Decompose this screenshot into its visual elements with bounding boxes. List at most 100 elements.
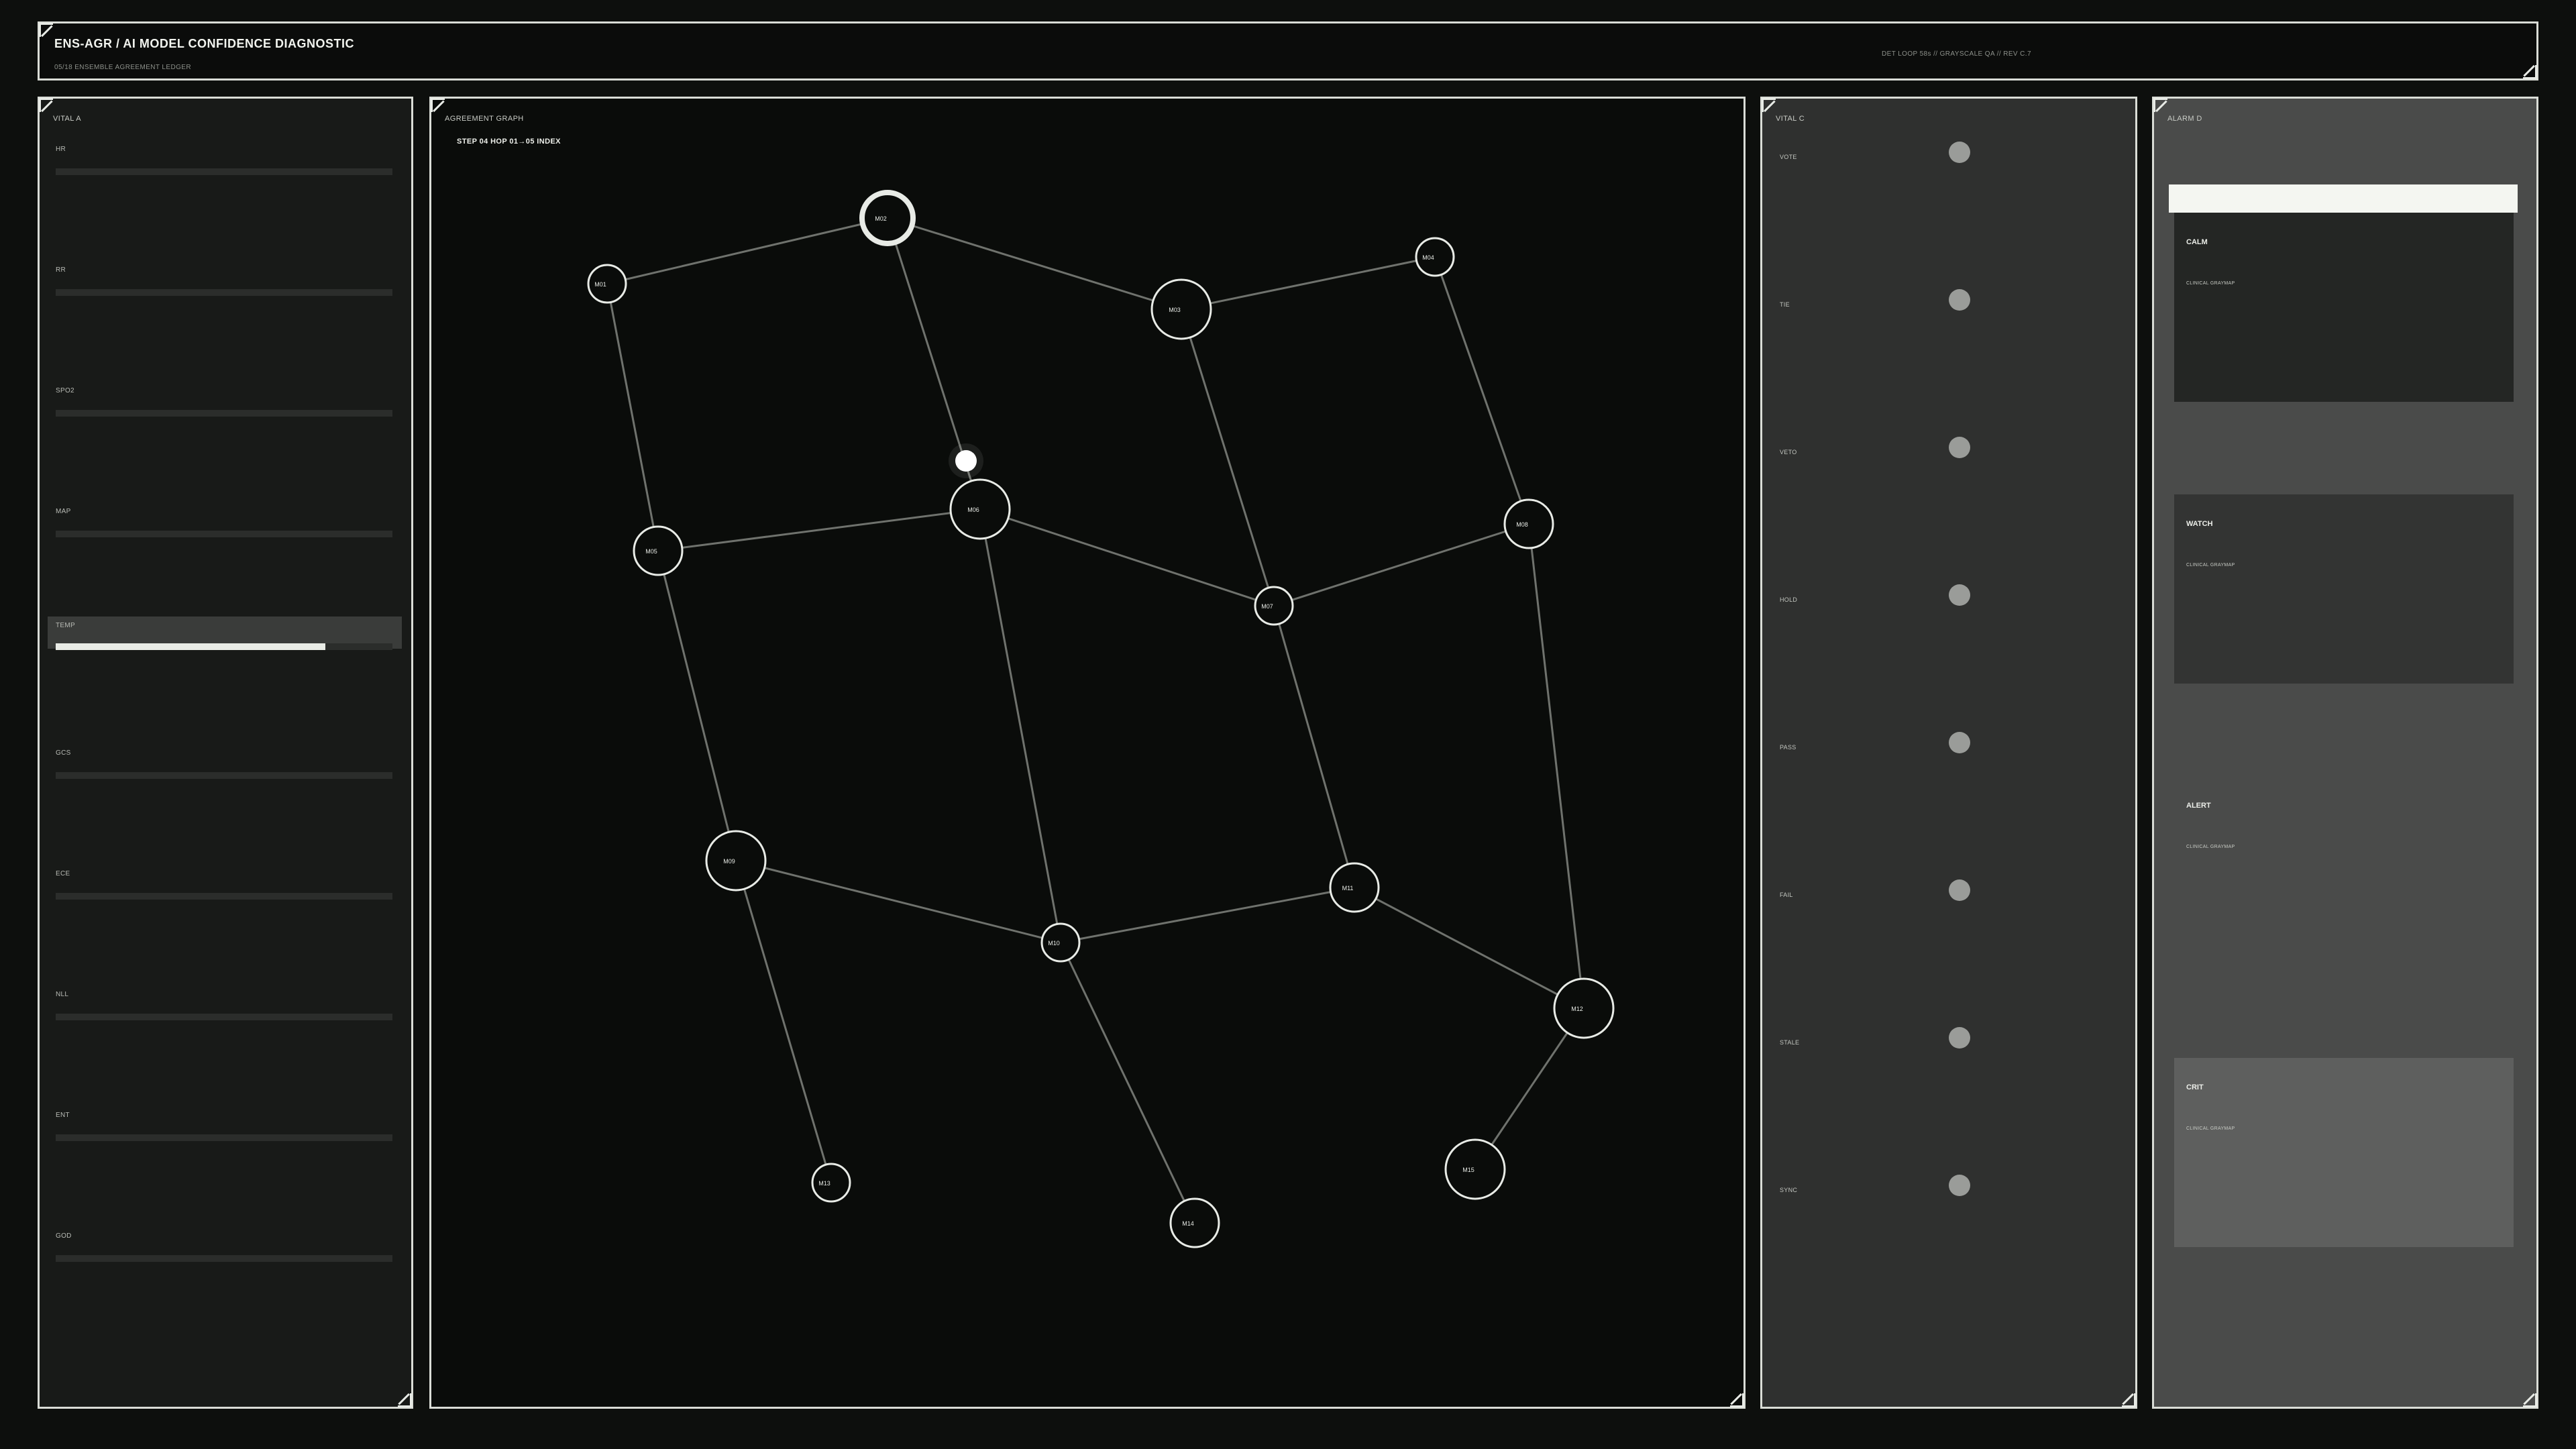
graph-node-m08[interactable]: M08 xyxy=(1503,498,1554,549)
graph-node-label: M02 xyxy=(875,215,887,222)
alarm-card-alert[interactable]: ALERT CLINICAL GRAYMAP xyxy=(2174,776,2514,965)
alarm-card-sub: CLINICAL GRAYMAP xyxy=(2186,845,2235,849)
vital-label: TEMP xyxy=(56,622,75,629)
vital-bar-fill xyxy=(56,643,325,650)
vital-row-nll[interactable]: NLL xyxy=(48,985,402,1020)
alarm-card-title: WATCH xyxy=(2186,520,2213,528)
graph-edge-m09-m10 xyxy=(735,859,1061,944)
graph-edge-m06-m10 xyxy=(979,508,1062,943)
corner-mark xyxy=(1762,98,1776,112)
graph-node-m04[interactable]: M04 xyxy=(1415,237,1455,277)
graph-node-m01[interactable]: M01 xyxy=(587,264,627,304)
status-indicator-pass[interactable] xyxy=(1949,732,1970,753)
vital-a-panel: VITAL A HR RR SPO2 MAP TEMP GCS ECE NLL … xyxy=(38,97,413,1409)
status-indicator-hold[interactable] xyxy=(1949,584,1970,606)
graph-node-label: M04 xyxy=(1422,254,1434,261)
vital-row-ece[interactable]: ECE xyxy=(48,865,402,900)
graph-node-m06[interactable]: M06 xyxy=(949,478,1011,540)
graph-node-label: M14 xyxy=(1182,1220,1194,1227)
vital-bar xyxy=(56,1014,392,1020)
vital-row-ent[interactable]: ENT xyxy=(48,1106,402,1141)
graph-edge-m04-m08 xyxy=(1434,256,1530,525)
vital-bar xyxy=(56,1255,392,1262)
alarm-card-title: ALERT xyxy=(2186,802,2211,810)
vital-label: NLL xyxy=(56,991,69,998)
status-label-stale: STALE xyxy=(1780,1039,1800,1046)
graph-node-label: M12 xyxy=(1571,1006,1583,1012)
graph-edge-m07-m08 xyxy=(1273,523,1529,607)
graph-node-label: M08 xyxy=(1516,521,1528,528)
corner-mark xyxy=(2122,1393,2136,1407)
alarm-card-title: CRIT xyxy=(2186,1083,2204,1091)
panel-label: VITAL C xyxy=(1776,115,1805,123)
alarm-d-panel: ALARM D CALM CLINICAL GRAYMAP WATCH CLIN… xyxy=(2152,97,2538,1409)
vital-row-temp[interactable]: TEMP xyxy=(48,616,402,650)
vital-row-gcs[interactable]: GCS xyxy=(48,744,402,779)
graph-edge-m10-m14 xyxy=(1059,942,1196,1224)
graph-node-m07[interactable]: M07 xyxy=(1254,586,1294,626)
status-indicator-tie[interactable] xyxy=(1949,289,1970,311)
vital-bar xyxy=(56,772,392,779)
graph-node-label: M13 xyxy=(818,1180,830,1187)
alarm-card-sub: CLINICAL GRAYMAP xyxy=(2186,563,2235,568)
status-indicator-veto[interactable] xyxy=(1949,437,1970,458)
alarm-card-sub: CLINICAL GRAYMAP xyxy=(2186,281,2235,286)
alarm-card-calm[interactable]: CALM CLINICAL GRAYMAP xyxy=(2174,213,2514,402)
vital-label: SPO2 xyxy=(56,387,74,394)
graph-node-label: M06 xyxy=(967,506,979,513)
graph-node-m12[interactable]: M12 xyxy=(1553,977,1615,1039)
alarm-card-crit[interactable]: CRIT CLINICAL GRAYMAP xyxy=(2174,1058,2514,1247)
graph-node-label: M10 xyxy=(1048,940,1060,947)
corner-mark xyxy=(39,23,53,37)
status-label-sync: SYNC xyxy=(1780,1187,1798,1193)
graph-node-label: M05 xyxy=(645,548,657,555)
graph-node-m02[interactable]: M02 xyxy=(859,190,916,246)
graph-edge-m01-m02 xyxy=(606,217,888,285)
header-bar: ENS-AGR / AI MODEL CONFIDENCE DIAGNOSTIC… xyxy=(38,21,2538,80)
graph-edge-m03-m04 xyxy=(1181,256,1436,311)
alarm-card-title: CALM xyxy=(2186,238,2208,246)
vital-row-god[interactable]: GOD xyxy=(48,1227,402,1262)
graph-node-m13[interactable]: M13 xyxy=(811,1163,851,1203)
status-indicator-stale[interactable] xyxy=(1949,1027,1970,1049)
status-indicator-fail[interactable] xyxy=(1949,879,1970,901)
graph-node-label: M07 xyxy=(1261,603,1273,610)
vital-row-hr[interactable]: HR xyxy=(48,140,402,175)
panel-label: VITAL A xyxy=(53,115,81,123)
vital-bar xyxy=(56,1134,392,1141)
graph-node-label: M03 xyxy=(1169,307,1181,313)
graph-edge-m11-m12 xyxy=(1354,886,1585,1010)
graph-node-label: M11 xyxy=(1342,885,1354,892)
vital-label: ENT xyxy=(56,1112,70,1119)
graph-edge-m10-m11 xyxy=(1060,886,1355,944)
vital-row-spo2[interactable]: SPO2 xyxy=(48,382,402,417)
vital-label: RR xyxy=(56,266,66,274)
graph-node-label: M15 xyxy=(1462,1167,1474,1173)
status-indicator-vote[interactable] xyxy=(1949,142,1970,163)
status-label-tie: TIE xyxy=(1780,301,1790,308)
graph-node-m05[interactable]: M05 xyxy=(633,525,684,576)
header-meta: DET LOOP 58s // GRAYSCALE QA // REV C.7 xyxy=(1882,50,2031,58)
graph-node-m10[interactable]: M10 xyxy=(1040,922,1081,963)
traversal-marker xyxy=(955,450,977,472)
status-indicator-sync[interactable] xyxy=(1949,1175,1970,1196)
alarm-card-watch[interactable]: WATCH CLINICAL GRAYMAP xyxy=(2174,494,2514,684)
corner-mark xyxy=(398,1393,412,1407)
graph-node-m11[interactable]: M11 xyxy=(1329,862,1380,913)
graph-edge-m09-m13 xyxy=(735,860,833,1183)
vital-label: ECE xyxy=(56,870,70,877)
vital-label: MAP xyxy=(56,508,71,515)
vital-bar xyxy=(56,410,392,417)
panel-label: ALARM D xyxy=(2167,115,2202,123)
graph-edge-m05-m09 xyxy=(657,550,737,861)
vital-row-rr[interactable]: RR xyxy=(48,261,402,296)
graph-edge-m07-m11 xyxy=(1273,605,1356,888)
page-title: ENS-AGR / AI MODEL CONFIDENCE DIAGNOSTIC xyxy=(54,37,355,50)
graph-node-m03[interactable]: M03 xyxy=(1150,278,1212,340)
vital-bar xyxy=(56,289,392,296)
status-label-fail: FAIL xyxy=(1780,892,1793,898)
graph-node-m14[interactable]: M14 xyxy=(1169,1197,1220,1248)
graph-node-m15[interactable]: M15 xyxy=(1444,1138,1506,1200)
vital-row-map[interactable]: MAP xyxy=(48,502,402,537)
graph-node-m09[interactable]: M09 xyxy=(705,830,767,892)
